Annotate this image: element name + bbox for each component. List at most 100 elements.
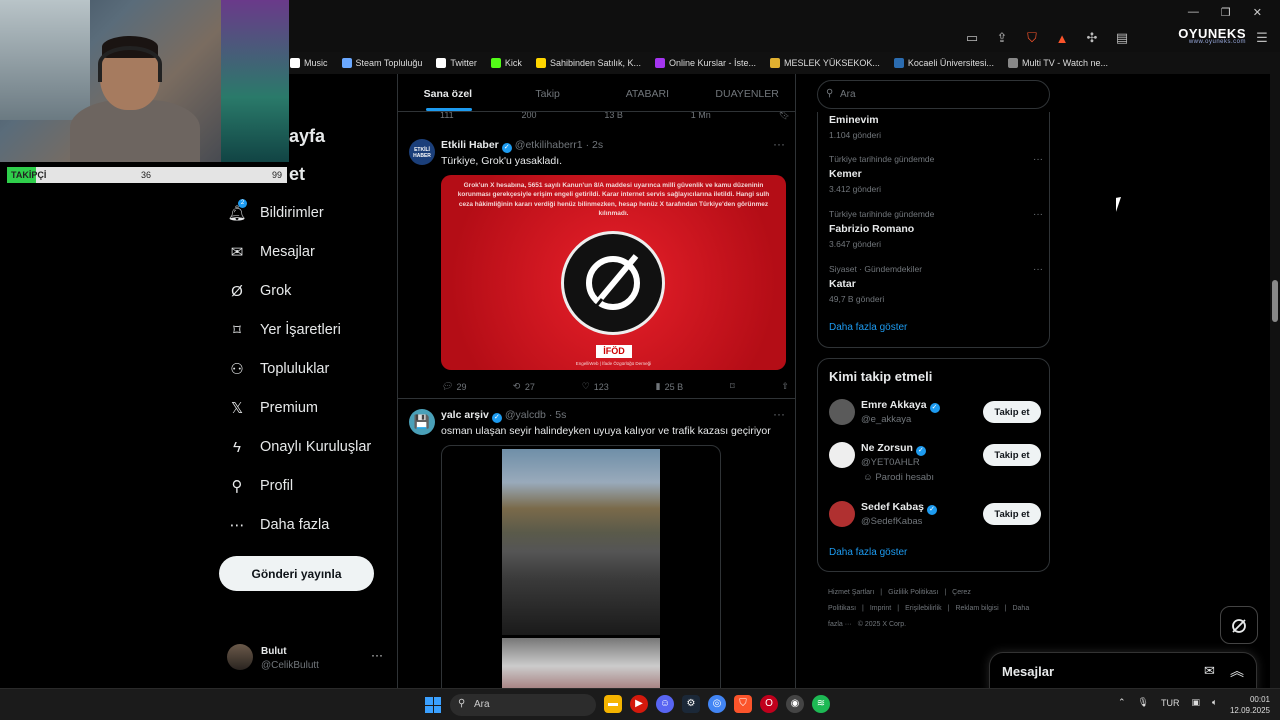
bookmark-button[interactable]: ⌑ [730, 381, 735, 392]
bookmark-item[interactable]: Steam Topluluğu [341, 58, 422, 68]
trend-more-icon[interactable]: ··· [1033, 209, 1043, 220]
minimize-button[interactable]: — [1188, 6, 1199, 19]
new-message-icon[interactable]: ✉ [1204, 663, 1215, 679]
tweet[interactable]: ETKİLİ HABER Etkili Haber ✓ @etkilihaberr1… [398, 129, 795, 399]
cast-icon[interactable]: ▭ [964, 30, 980, 46]
bookmark-item[interactable]: Kick [490, 58, 522, 68]
footer-link[interactable]: © 2025 X Corp. [858, 621, 906, 628]
nav-explore-label-partial[interactable]: et [289, 164, 305, 185]
bookmark-item[interactable]: Twitter [436, 58, 477, 68]
tab-atabari[interactable]: ATABARI [598, 74, 698, 111]
reply-button[interactable]: 💬︎ 29 [441, 381, 466, 392]
trend-item[interactable]: Eminevim 1.104 gönderi [829, 114, 1039, 140]
nav-item-bell[interactable]: 🔔︎ 2 Bildirimler [227, 199, 324, 222]
network-icon[interactable]: ▣ [1191, 697, 1200, 708]
tab-duayenler[interactable]: DUAYENLER [697, 74, 795, 111]
grok-float-button[interactable] [1220, 606, 1258, 644]
messages-drawer[interactable]: Mesajlar ✉ ︽ [989, 652, 1257, 692]
microphone-icon[interactable]: 🎙︎ [1138, 697, 1149, 708]
avatar[interactable]: 💾 [409, 409, 435, 435]
tab-following[interactable]: Takip [498, 74, 598, 111]
file-explorer-icon[interactable]: ▬ [604, 695, 622, 713]
language-indicator[interactable]: TUR [1161, 698, 1180, 708]
chevron-up-icon[interactable]: ⌃ [1118, 697, 1126, 708]
repost-button[interactable]: ⟲ 27 [513, 381, 535, 392]
avatar[interactable] [829, 399, 855, 425]
share-icon[interactable]: ⇪ [994, 30, 1010, 46]
scrollbar-thumb[interactable] [1272, 280, 1278, 322]
tweet-author-handle[interactable]: @yalcdb [505, 409, 546, 421]
brave-browser-icon[interactable]: ⛉ [734, 695, 752, 713]
tweet-time[interactable]: · 5s [549, 409, 567, 421]
tweet-more-icon[interactable]: ··· [773, 407, 785, 421]
nav-item-lightning[interactable]: ϟ Onaylı Kuruluşlar [228, 438, 371, 456]
follow-suggestion[interactable]: Ne Zorsun ✓ @YET0AHLR ☺ Parodi hesabı Takip … [829, 442, 1041, 483]
menu-icon[interactable]: ☰ [1254, 30, 1270, 46]
trend-item[interactable]: Türkiye tarihinde gündemde Fabrizio Roman… [829, 209, 1043, 249]
volume-icon[interactable]: 🔈︎ [1212, 697, 1217, 708]
nav-item-x-logo[interactable]: 𝕏 Premium [228, 399, 318, 417]
like-button[interactable]: ♡ 123 [582, 381, 609, 392]
follow-button[interactable]: Takip et [983, 503, 1041, 525]
tweet-media-image[interactable]: Grok'un X hesabına, 5651 sayılı Kanun'un… [441, 175, 786, 370]
footer-link[interactable]: Hizmet Şartları [828, 589, 874, 596]
tab-for-you[interactable]: Sana özel [398, 74, 498, 111]
footer-link[interactable]: Erişilebilirlik [905, 605, 942, 612]
search-input[interactable]: ⚲ Ara [817, 80, 1050, 109]
trend-more-icon[interactable]: ··· [1033, 154, 1043, 165]
tweet[interactable]: 💾 yalc arşiv ✓ @yalcdb · 5s ··· osman ulaş… [398, 399, 795, 688]
opera-gx-icon[interactable]: O [760, 695, 778, 713]
avatar[interactable] [829, 442, 855, 468]
avatar[interactable] [829, 501, 855, 527]
windows-start-icon[interactable] [425, 697, 441, 713]
tweet-author-name[interactable]: Etkili Haber [441, 139, 499, 151]
nav-item-bookmark[interactable]: ⌑ Yer İşaretleri [228, 321, 341, 339]
nav-item-more-circle[interactable]: ⋯ Daha fazla [228, 516, 330, 534]
tweet-time[interactable]: · 2s [586, 139, 604, 151]
steam-icon[interactable]: ⚙ [682, 695, 700, 713]
page-scrollbar[interactable] [1270, 74, 1280, 688]
follow-button[interactable]: Takip et [983, 444, 1041, 466]
share-button[interactable]: ⇧ [781, 381, 789, 392]
brave-shield-icon[interactable]: ⛉ [1024, 30, 1040, 46]
follow-suggestion[interactable]: Sedef Kabaş ✓ @SedefKabas Takip et [829, 501, 1041, 541]
more-icon[interactable]: ··· [371, 648, 383, 662]
nav-item-person[interactable]: ⚲ Profil [228, 477, 294, 495]
obs-icon[interactable]: ◉ [786, 695, 804, 713]
bookmark-item[interactable]: Sahibinden Satılık, K... [535, 58, 641, 68]
footer-link[interactable]: Gizlilik Politikası [888, 589, 938, 596]
follow-button[interactable]: Takip et [983, 401, 1041, 423]
trend-item[interactable]: Türkiye tarihinde gündemde Kemer 3.412 gön… [829, 154, 1043, 194]
discord-icon[interactable]: ☺ [656, 695, 674, 713]
bookmark-item[interactable]: Kocaeli Üniversitesi... [893, 58, 994, 68]
tweet-author-name[interactable]: yalc arşiv [441, 409, 489, 421]
trend-more-icon[interactable]: ··· [1033, 264, 1043, 275]
nav-home-label-partial[interactable]: ayfa [289, 126, 325, 147]
taskbar-search-input[interactable]: ⚲ Ara [450, 694, 596, 716]
maximize-button[interactable]: ❐ [1221, 6, 1231, 19]
nav-item-grok[interactable]: Ø Grok [228, 282, 291, 300]
follow-show-more-link[interactable]: Daha fazla göster [829, 547, 907, 558]
nav-item-people[interactable]: ⚇ Topluluklar [228, 360, 329, 378]
taskbar-clock[interactable]: 00:01 12.09.2025 [1226, 694, 1270, 716]
tweet-more-icon[interactable]: ··· [773, 137, 785, 151]
tweet-author-handle[interactable]: @etkilihaberr1 [515, 139, 583, 151]
chrome-icon[interactable]: ◎ [708, 695, 726, 713]
follow-suggestion[interactable]: Emre Akkaya ✓ @e_akkaya Takip et [829, 399, 1041, 439]
trend-item[interactable]: Siyaset · Gündemdekiler Katar 49,7 B gönde… [829, 264, 1043, 304]
avatar[interactable]: ETKİLİ HABER [409, 139, 435, 165]
bookmark-item[interactable]: MESLEK YÜKSEKOK... [770, 58, 880, 68]
brave-rewards-icon[interactable]: ▲ [1054, 31, 1070, 46]
spotify-icon[interactable]: ≋ [812, 695, 830, 713]
extensions-icon[interactable]: ✣ [1084, 30, 1100, 46]
close-window-button[interactable]: ✕ [1253, 6, 1262, 19]
expand-icon[interactable]: ︽ [1230, 661, 1244, 681]
views-button[interactable]: ▮ 25 B [656, 381, 683, 392]
footer-link[interactable]: Reklam bilgisi [955, 605, 998, 612]
sidebar-toggle-icon[interactable]: ▤ [1114, 30, 1130, 46]
nav-item-mail[interactable]: ✉ Mesajlar [228, 243, 315, 261]
tweet-media-video[interactable] [441, 445, 721, 688]
bookmark-item[interactable]: Multi TV - Watch ne... [1007, 58, 1108, 68]
footer-link[interactable]: Imprint [870, 605, 891, 612]
bookmark-item[interactable]: Online Kurslar - İste... [655, 58, 756, 68]
